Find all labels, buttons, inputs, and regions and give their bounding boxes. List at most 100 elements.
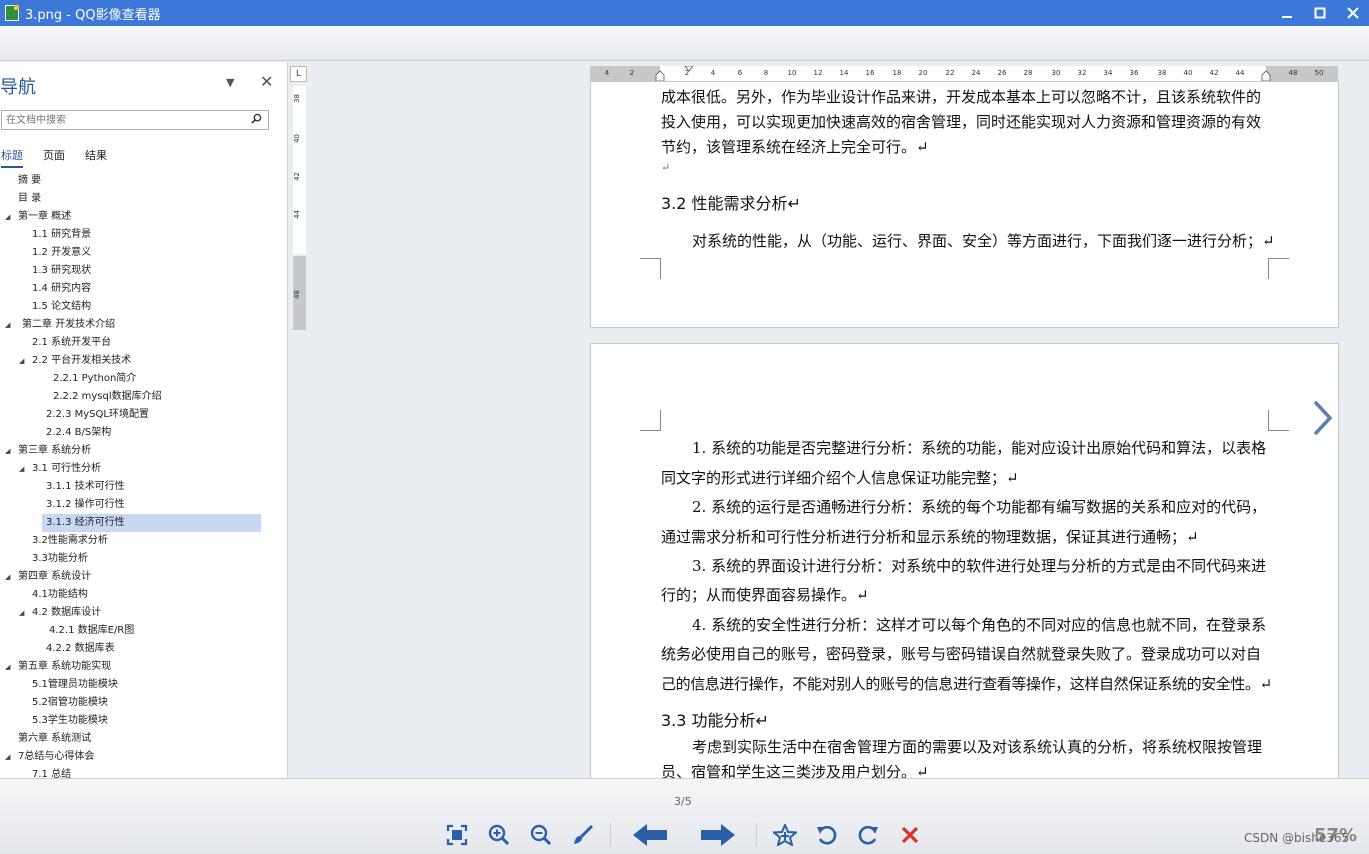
expand-toggle-icon[interactable]: ◢ [5, 208, 10, 226]
body-text-line: 投入使用，可以实现更加快速高效的宿舍管理，同时还能实现对人力资源和管理资源的有效 [661, 113, 1262, 131]
document-page: 1. 系统的功能是否完整进行分析：系统的功能，能对应设计出原始代码和算法，以表格… [590, 343, 1339, 783]
search-icon[interactable] [251, 113, 262, 124]
h-ruler-label: 34 [1103, 69, 1113, 77]
tree-item[interactable]: 4.2.2 数据库表 [46, 640, 115, 658]
tree-item[interactable]: 5.2宿管功能模块 [32, 694, 108, 712]
tree-item[interactable]: 2.2.2 mysql数据库介绍 [53, 388, 162, 406]
tree-item[interactable]: 3.1.1 技术可行性 [46, 478, 125, 496]
rotate-left-icon [817, 825, 837, 845]
expand-toggle-icon[interactable]: ◢ [5, 568, 10, 586]
right-indent-marker [1261, 70, 1271, 81]
h-ruler-label: 36 [1129, 69, 1139, 77]
edit-brush-button[interactable] [570, 821, 596, 849]
tab-selector-button[interactable]: L [290, 66, 307, 82]
tree-item[interactable]: 5.1管理员功能模块 [32, 676, 118, 694]
expand-toggle-icon[interactable]: ◢ [5, 442, 10, 460]
tree-item[interactable]: 4.1功能结构 [32, 586, 88, 604]
crop-mark [640, 258, 661, 279]
minimize-icon [1282, 16, 1292, 18]
tree-item[interactable]: 2.2.4 B/S架构 [46, 424, 111, 442]
tree-item[interactable]: 2.2.3 MySQL环境配置 [46, 406, 149, 424]
expand-toggle-icon[interactable]: ◢ [19, 460, 24, 478]
tree-item[interactable]: 2.1 系统开发平台 [32, 334, 111, 352]
tree-item[interactable]: 第一章 概述 [18, 208, 71, 226]
tree-item[interactable]: 目 录 [18, 190, 41, 208]
nav-search-box[interactable] [1, 110, 269, 130]
body-text-line: 统务必使用自己的账号，密码登录，账号与密码错误自然就登录失败了。登录成功可以对自 [661, 645, 1262, 663]
tab-headings[interactable]: 标题 [1, 147, 23, 168]
h-ruler-label: 12 [813, 69, 823, 77]
next-page-chevron-icon[interactable] [1312, 400, 1334, 436]
search-input[interactable] [6, 112, 242, 128]
rotate-left-button[interactable] [814, 821, 840, 849]
expand-toggle-icon[interactable]: ◢ [19, 352, 24, 370]
tree-item[interactable]: 2.2.1 Python简介 [53, 370, 136, 388]
expand-toggle-icon[interactable]: ◢ [19, 604, 24, 622]
tree-item[interactable]: 3.1 可行性分析 [32, 460, 101, 478]
close-window-button[interactable] [1336, 0, 1369, 26]
tree-item[interactable]: 1.5 论文结构 [32, 298, 91, 316]
h-ruler-label: 20 [918, 69, 928, 77]
favorite-button[interactable] [772, 821, 798, 849]
tree-item[interactable]: 3.3功能分析 [32, 550, 88, 568]
tree-item[interactable]: 1.2 开发意义 [32, 244, 91, 262]
fit-window-button[interactable] [444, 821, 470, 849]
tree-item[interactable]: 第四章 系统设计 [18, 568, 91, 586]
h-ruler-label: 14 [839, 69, 849, 77]
tree-item[interactable]: 1.4 研究内容 [32, 280, 91, 298]
ruler-indent-markers[interactable] [590, 66, 1338, 81]
delete-button[interactable] [897, 821, 923, 849]
body-text-line: 1. 系统的功能是否完整进行分析：系统的功能，能对应设计出原始代码和算法，以表格 [692, 439, 1267, 457]
tab-results[interactable]: 结果 [85, 147, 107, 163]
tree-item[interactable]: 第三章 系统分析 [18, 442, 91, 460]
watermark: CSDN @bishe365 [1244, 831, 1350, 845]
tree-item[interactable]: 3.1.2 操作可行性 [46, 496, 125, 514]
zoom-in-button[interactable] [486, 821, 512, 849]
navigation-pane: 导航 ▼ ✕ 标题 页面 结果 摘 要目 录 ◢ 第一章 概述1.1 研究背景1.2… [0, 62, 288, 778]
h-ruler-label: 2 [684, 69, 690, 77]
nav-close-button[interactable]: ✕ [260, 72, 273, 91]
zoom-out-button[interactable] [528, 821, 554, 849]
previous-image-button[interactable] [630, 821, 670, 849]
h-ruler-label: 22 [945, 69, 955, 77]
tree-item[interactable]: 第二章 开发技术介绍 [22, 316, 115, 334]
minimize-button[interactable] [1270, 0, 1304, 26]
tree-item[interactable]: 摘 要 [18, 172, 41, 190]
tree-item[interactable]: 1.1 研究背景 [32, 226, 91, 244]
tree-item[interactable]: 3.2性能需求分析 [32, 532, 108, 550]
tree-item[interactable]: 7总结与心得体会 [18, 748, 94, 766]
tree-item[interactable]: 2.2 平台开发相关技术 [32, 352, 131, 370]
horizontal-ruler: 4 2 2 4 6 8 10 12 14 16 18 20 22 24 26 28 30 32 34 36 38 40 42… [590, 66, 1338, 81]
h-ruler-label: 2 [629, 69, 635, 77]
next-image-button[interactable] [698, 821, 738, 849]
tree-item[interactable]: 4.2.1 数据库E/R图 [49, 622, 134, 640]
maximize-button[interactable] [1303, 0, 1337, 26]
nav-options-dropdown[interactable]: ▼ [226, 76, 234, 89]
toolbar-divider [610, 823, 611, 847]
body-text-line: 己的信息进行操作，不能对别人的账号的信息进行查看等操作，这样自然保证系统的安全性… [661, 675, 1272, 693]
crop-mark [1268, 258, 1289, 279]
section-heading: 3.3 功能分析↵ [661, 711, 769, 730]
h-ruler-label: 24 [971, 69, 981, 77]
tree-item-selected[interactable]: 3.1.3 经济可行性 [42, 514, 261, 532]
favorite-icon [773, 824, 797, 846]
h-ruler-label: 50 [1314, 69, 1324, 77]
tree-item[interactable]: 第五章 系统功能实现 [18, 658, 111, 676]
h-ruler-label: 26 [997, 69, 1007, 77]
nav-header: 导航 [0, 77, 36, 98]
tree-item[interactable]: 4.2 数据库设计 [32, 604, 101, 622]
expand-toggle-icon[interactable]: ◢ [5, 748, 10, 766]
delete-icon [901, 826, 919, 844]
tab-pages[interactable]: 页面 [43, 147, 65, 163]
tree-item[interactable]: 第六章 系统测试 [18, 730, 91, 748]
expand-toggle-icon[interactable]: ◢ [5, 658, 10, 676]
tree-item[interactable]: 7.1 总结 [32, 766, 71, 778]
v-ruler-label: 42 [293, 172, 301, 181]
tree-item[interactable]: 1.3 研究现状 [32, 262, 91, 280]
next-arrow-icon [701, 824, 735, 846]
crop-mark [1268, 410, 1289, 431]
expand-toggle-icon[interactable]: ◢ [5, 316, 10, 334]
vertical-ruler: L 38 40 42 44 48 [290, 62, 308, 778]
rotate-right-button[interactable] [855, 821, 881, 849]
tree-item[interactable]: 5.3学生功能模块 [32, 712, 108, 730]
